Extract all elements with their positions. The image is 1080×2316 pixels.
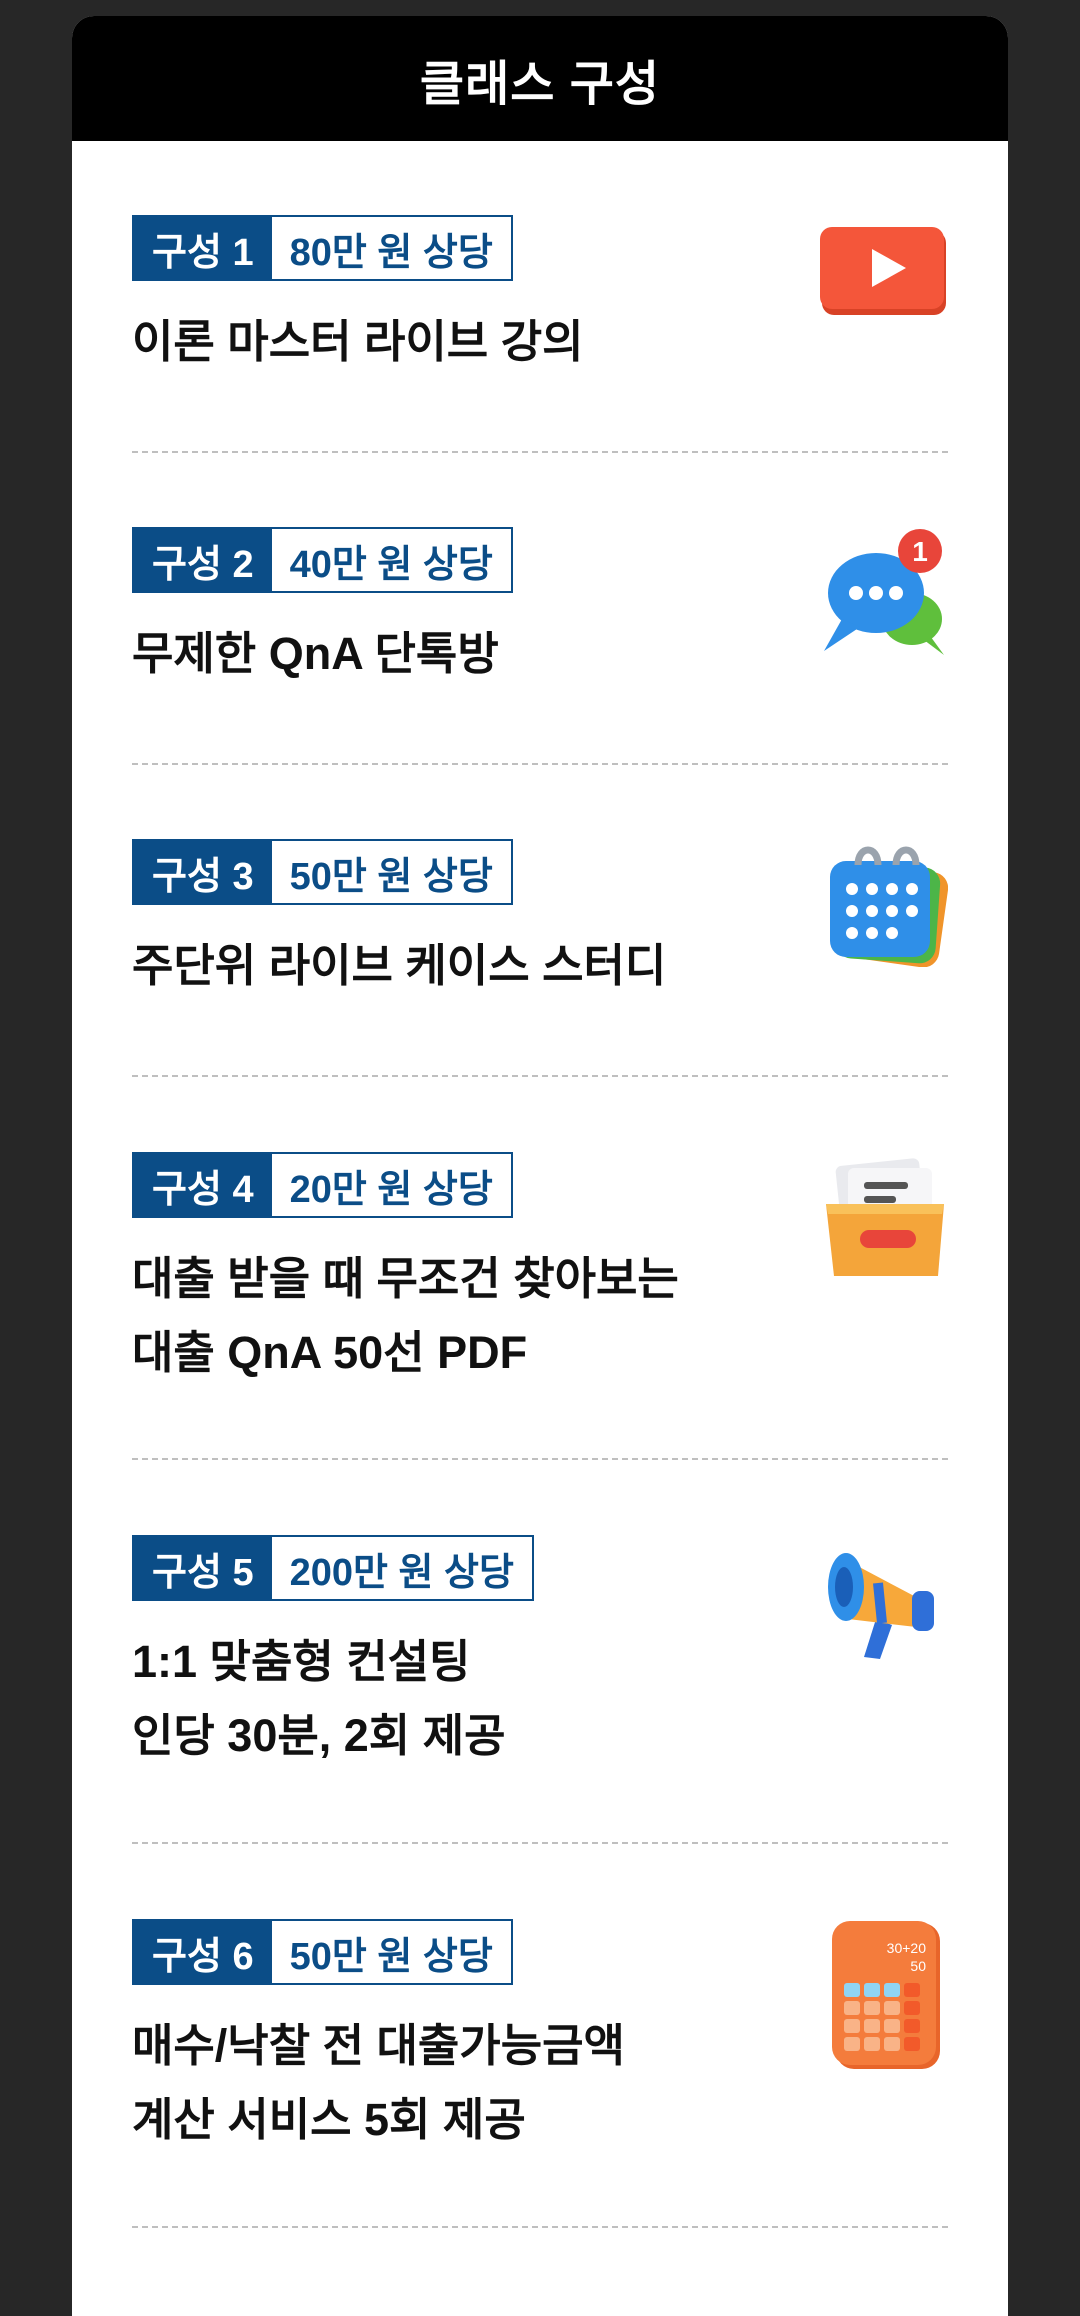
tag-value: 200만 원 상당 [271,1537,532,1599]
tag-number: 구성 1 [134,217,272,279]
divider [132,1458,948,1460]
price-tag: 구성 4 20만 원 상당 [132,1152,513,1218]
calculator-icon: 30+20 50 [832,1921,940,2069]
tag-number: 구성 4 [134,1154,272,1216]
price-tag: 구성 5 200만 원 상당 [132,1535,534,1601]
tag-number: 구성 2 [134,529,272,591]
page-title: 클래스 구성 [72,16,1008,141]
tag-number: 구성 3 [134,841,272,903]
title-line-2: 대출 QnA 50선 PDF [132,1327,528,1378]
section-6: 구성 6 50만 원 상당 매수/낙찰 전 대출가능금액 계산 서비스 5회 제… [132,1919,948,2157]
section-3: 구성 3 50만 원 상당 주단위 라이브 케이스 스터디 [132,839,948,1003]
divider [132,451,948,453]
calculator-result: 50 [910,1958,926,1974]
tag-value: 50만 원 상당 [271,1921,511,1983]
divider [132,1075,948,1077]
price-tag: 구성 3 50만 원 상당 [132,839,513,905]
price-tag: 구성 1 80만 원 상당 [132,215,513,281]
chat-bubbles-icon: 1 [824,529,944,655]
class-composition-card: 클래스 구성 구성 1 80만 원 상당 이론 마스터 라이브 강의 구성 2 … [72,16,1008,2316]
price-tag: 구성 6 50만 원 상당 [132,1919,513,1985]
calendar-icon [830,846,948,967]
tag-value: 50만 원 상당 [271,841,511,903]
divider [132,1842,948,1844]
section-1: 구성 1 80만 원 상당 이론 마스터 라이브 강의 [132,215,948,379]
section-4: 구성 4 20만 원 상당 대출 받을 때 무조건 찾아보는 대출 QnA 50… [132,1152,948,1390]
tag-number: 구성 5 [134,1537,272,1599]
calculator-expression: 30+20 [887,1940,927,1956]
tag-value: 40만 원 상당 [271,529,511,591]
tag-value: 20만 원 상당 [271,1154,511,1216]
notification-badge: 1 [912,536,928,567]
title-line-2: 계산 서비스 5회 제공 [132,2094,526,2145]
tag-number: 구성 6 [134,1921,272,1983]
divider [132,763,948,765]
title-line-2: 인당 30분, 2회 제공 [132,1710,506,1761]
price-tag: 구성 2 40만 원 상당 [132,527,513,593]
section-2: 구성 2 40만 원 상당 무제한 QnA 단톡방 1 [132,527,948,691]
section-5: 구성 5 200만 원 상당 1:1 맞춤형 컨설팅 인당 30분, 2회 제공 [132,1535,948,1773]
play-button-icon [820,227,946,315]
divider [132,2226,948,2228]
megaphone-icon [828,1553,934,1659]
folder-icon [826,1158,944,1276]
tag-value: 80만 원 상당 [271,217,511,279]
